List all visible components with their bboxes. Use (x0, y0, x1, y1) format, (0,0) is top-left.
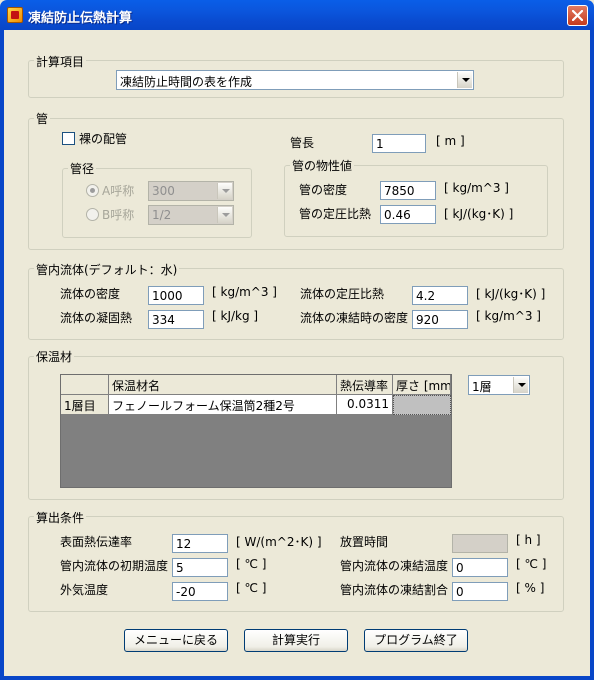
outside-temp-unit: [ ℃ ] (236, 581, 267, 595)
b-size-label: B呼称 (102, 208, 135, 222)
close-icon (572, 10, 583, 21)
grid-cell-name[interactable]: フェノールフォーム保温筒2種2号 (109, 395, 337, 415)
fluid-frozen-density-label: 流体の凍結時の密度 (300, 311, 409, 325)
exit-program-button[interactable]: プログラム終了 (364, 629, 468, 652)
initial-temp-unit: [ ℃ ] (236, 557, 267, 571)
insulation-grid[interactable]: 保温材名 熱伝導率 厚さ [mm] 1層目 フェノールフォーム保温筒2種2号 0… (60, 374, 452, 488)
elapsed-time-input[interactable] (452, 534, 508, 553)
surface-coeff-input[interactable]: 12 (172, 534, 228, 553)
pipe-cp-input[interactable]: 0.46 (380, 205, 436, 224)
fluid-latent-unit: [ kJ/kg ] (212, 309, 259, 323)
a-size-value: 300 (152, 184, 175, 198)
diameter-legend: 管径 (68, 160, 97, 177)
freeze-temp-label: 管内流体の凍結温度 (340, 559, 449, 573)
grid-cell-thickness[interactable] (393, 395, 451, 415)
calc-item-selected: 凍結防止時間の表を作成 (120, 75, 253, 89)
app-icon (7, 7, 23, 23)
freeze-ratio-label: 管内流体の凍結割合 (340, 583, 449, 597)
fluid-density-unit: [ kg/m^3 ] (212, 285, 277, 299)
close-button[interactable] (567, 5, 588, 26)
grid-header-thickness[interactable]: 厚さ [mm] (393, 375, 451, 395)
grid-cell-conductivity[interactable]: 0.0311 (337, 395, 393, 415)
pipe-cp-unit: [ kJ/(kg･K) ] (444, 207, 514, 221)
surface-coeff-label: 表面熱伝達率 (60, 535, 133, 549)
layer-select-value: 1層 (472, 380, 492, 394)
pipe-properties-group (284, 165, 548, 237)
a-size-label: A呼称 (102, 184, 135, 198)
run-calculation-button[interactable]: 計算実行 (244, 629, 348, 652)
fluid-cp-unit: [ kJ/(kg･K) ] (476, 287, 546, 301)
initial-temp-input[interactable]: 5 (172, 558, 228, 577)
layer-select[interactable]: 1層 (468, 375, 530, 395)
fluid-group (28, 268, 564, 340)
pipe-cp-label: 管の定圧比熱 (299, 207, 372, 221)
chevron-down-icon[interactable] (217, 183, 232, 199)
fluid-frozen-density-input[interactable]: 920 (412, 310, 468, 329)
pipe-length-input[interactable]: 1 (372, 134, 426, 153)
pipe-properties-legend: 管の物性値 (290, 157, 355, 174)
a-size-radio[interactable] (86, 184, 99, 197)
conditions-legend: 算出条件 (34, 509, 87, 526)
window-frame-bottom (0, 676, 594, 680)
a-size-select[interactable]: 300 (148, 181, 234, 201)
fluid-latent-input[interactable]: 334 (148, 310, 204, 329)
fluid-cp-input[interactable]: 4.2 (412, 286, 468, 305)
b-size-value: 1/2 (152, 208, 172, 222)
insulation-legend: 保温材 (34, 348, 75, 365)
fluid-cp-label: 流体の定圧比熱 (300, 287, 385, 301)
fluid-frozen-density-unit: [ kg/m^3 ] (476, 309, 541, 323)
outside-temp-label: 外気温度 (60, 583, 109, 597)
grid-header-corner (61, 375, 109, 395)
b-size-radio[interactable] (86, 208, 99, 221)
fluid-density-input[interactable]: 1000 (148, 286, 204, 305)
chevron-down-icon[interactable] (217, 207, 232, 223)
grid-header-name[interactable]: 保温材名 (109, 375, 337, 395)
elapsed-time-label: 放置時間 (340, 535, 389, 549)
freeze-ratio-input[interactable]: 0 (452, 582, 508, 601)
initial-temp-label: 管内流体の初期温度 (60, 559, 169, 573)
elapsed-time-unit: [ h ] (516, 533, 541, 547)
grid-row-header[interactable]: 1層目 (61, 395, 109, 415)
fluid-latent-label: 流体の凝固熱 (60, 311, 133, 325)
b-size-select[interactable]: 1/2 (148, 205, 234, 225)
pipe-density-input[interactable]: 7850 (380, 181, 436, 200)
calc-item-select[interactable]: 凍結防止時間の表を作成 (116, 70, 474, 90)
grid-header-conductivity[interactable]: 熱伝導率 (337, 375, 393, 395)
chevron-down-icon[interactable] (513, 377, 528, 393)
surface-coeff-unit: [ W/(m^2･K) ] (236, 535, 322, 549)
pipe-density-label: 管の密度 (299, 183, 348, 197)
bare-pipe-checkbox[interactable] (62, 132, 75, 145)
freeze-ratio-unit: [ % ] (516, 581, 545, 595)
window-frame-right (590, 30, 594, 680)
chevron-down-icon[interactable] (457, 72, 472, 88)
window-frame-left (0, 30, 4, 680)
fluid-legend: 管内流体(デフォルト：水) (34, 261, 180, 278)
bare-pipe-label: 裸の配管 (79, 132, 128, 146)
freeze-temp-unit: [ ℃ ] (516, 557, 547, 571)
back-to-menu-button[interactable]: メニューに戻る (124, 629, 228, 652)
pipe-length-label: 管長 (290, 136, 315, 150)
calc-item-legend: 計算項目 (34, 53, 87, 70)
pipe-legend: 管 (34, 110, 51, 127)
pipe-density-unit: [ kg/m^3 ] (444, 181, 509, 195)
outside-temp-input[interactable]: -20 (172, 582, 228, 601)
diameter-group (62, 168, 252, 238)
window-title: 凍結防止伝熱計算 (28, 11, 133, 26)
freeze-temp-input[interactable]: 0 (452, 558, 508, 577)
fluid-density-label: 流体の密度 (60, 287, 121, 301)
pipe-length-unit: [ m ] (436, 134, 465, 148)
